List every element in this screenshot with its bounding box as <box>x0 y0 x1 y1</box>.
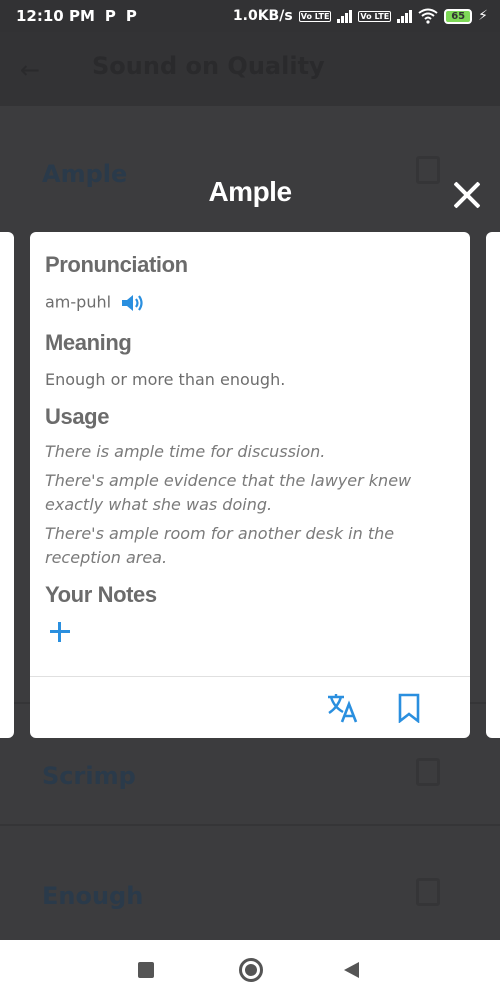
app-notification-icon: P <box>125 7 137 25</box>
wifi-icon <box>418 8 438 24</box>
home-button[interactable] <box>239 958 263 982</box>
signal-icon <box>337 9 353 23</box>
back-button[interactable] <box>344 962 359 978</box>
usage-example: There is ample time for discussion. <box>45 442 326 461</box>
word-title: Ample <box>208 176 292 207</box>
pronunciation-heading: Pronunciation <box>45 252 188 277</box>
volte-icon: Vo LTE <box>298 10 332 22</box>
battery-icon: 65 <box>444 8 473 24</box>
usage-example: There's ample room for another desk in t… <box>45 524 395 567</box>
close-icon[interactable] <box>450 178 484 212</box>
speaker-icon[interactable] <box>120 292 144 314</box>
translate-icon[interactable] <box>326 692 360 724</box>
recents-button[interactable] <box>138 962 154 978</box>
pronunciation-row: am-puhl <box>45 292 144 314</box>
network-speed: 1.0KB/s <box>232 8 293 24</box>
usage-example: There's ample evidence that the lawyer k… <box>45 471 412 514</box>
checkbox-icon <box>416 878 440 906</box>
charging-icon: ⚡ <box>478 8 488 24</box>
bookmark-icon[interactable] <box>396 693 422 723</box>
status-bar: 12:10 PM P P 1.0KB/s Vo LTE Vo LTE 65 ⚡ <box>0 0 500 32</box>
back-arrow-icon: ← <box>20 56 41 84</box>
add-note-icon[interactable] <box>48 620 72 644</box>
next-card[interactable] <box>486 232 500 738</box>
status-time: 12:10 PM <box>16 7 95 25</box>
card-divider <box>30 676 470 677</box>
meaning-text: Enough or more than enough. <box>45 370 286 389</box>
signal-icon <box>397 9 413 23</box>
background-title: Sound on Quality <box>92 52 325 80</box>
app-notification-icon: P <box>104 7 116 25</box>
background-word: Enough <box>42 882 144 910</box>
word-card: Pronunciation am-puhl Meaning Enough or … <box>30 232 470 738</box>
volte-icon: Vo LTE <box>358 10 392 22</box>
background-word: Scrimp <box>42 762 136 790</box>
meaning-heading: Meaning <box>45 330 132 355</box>
usage-heading: Usage <box>45 404 110 429</box>
divider <box>0 824 500 826</box>
notes-heading: Your Notes <box>45 582 157 607</box>
pronunciation-text: am-puhl <box>45 292 112 312</box>
navigation-bar <box>0 940 500 1000</box>
checkbox-icon <box>416 758 440 786</box>
previous-card[interactable] <box>0 232 14 738</box>
